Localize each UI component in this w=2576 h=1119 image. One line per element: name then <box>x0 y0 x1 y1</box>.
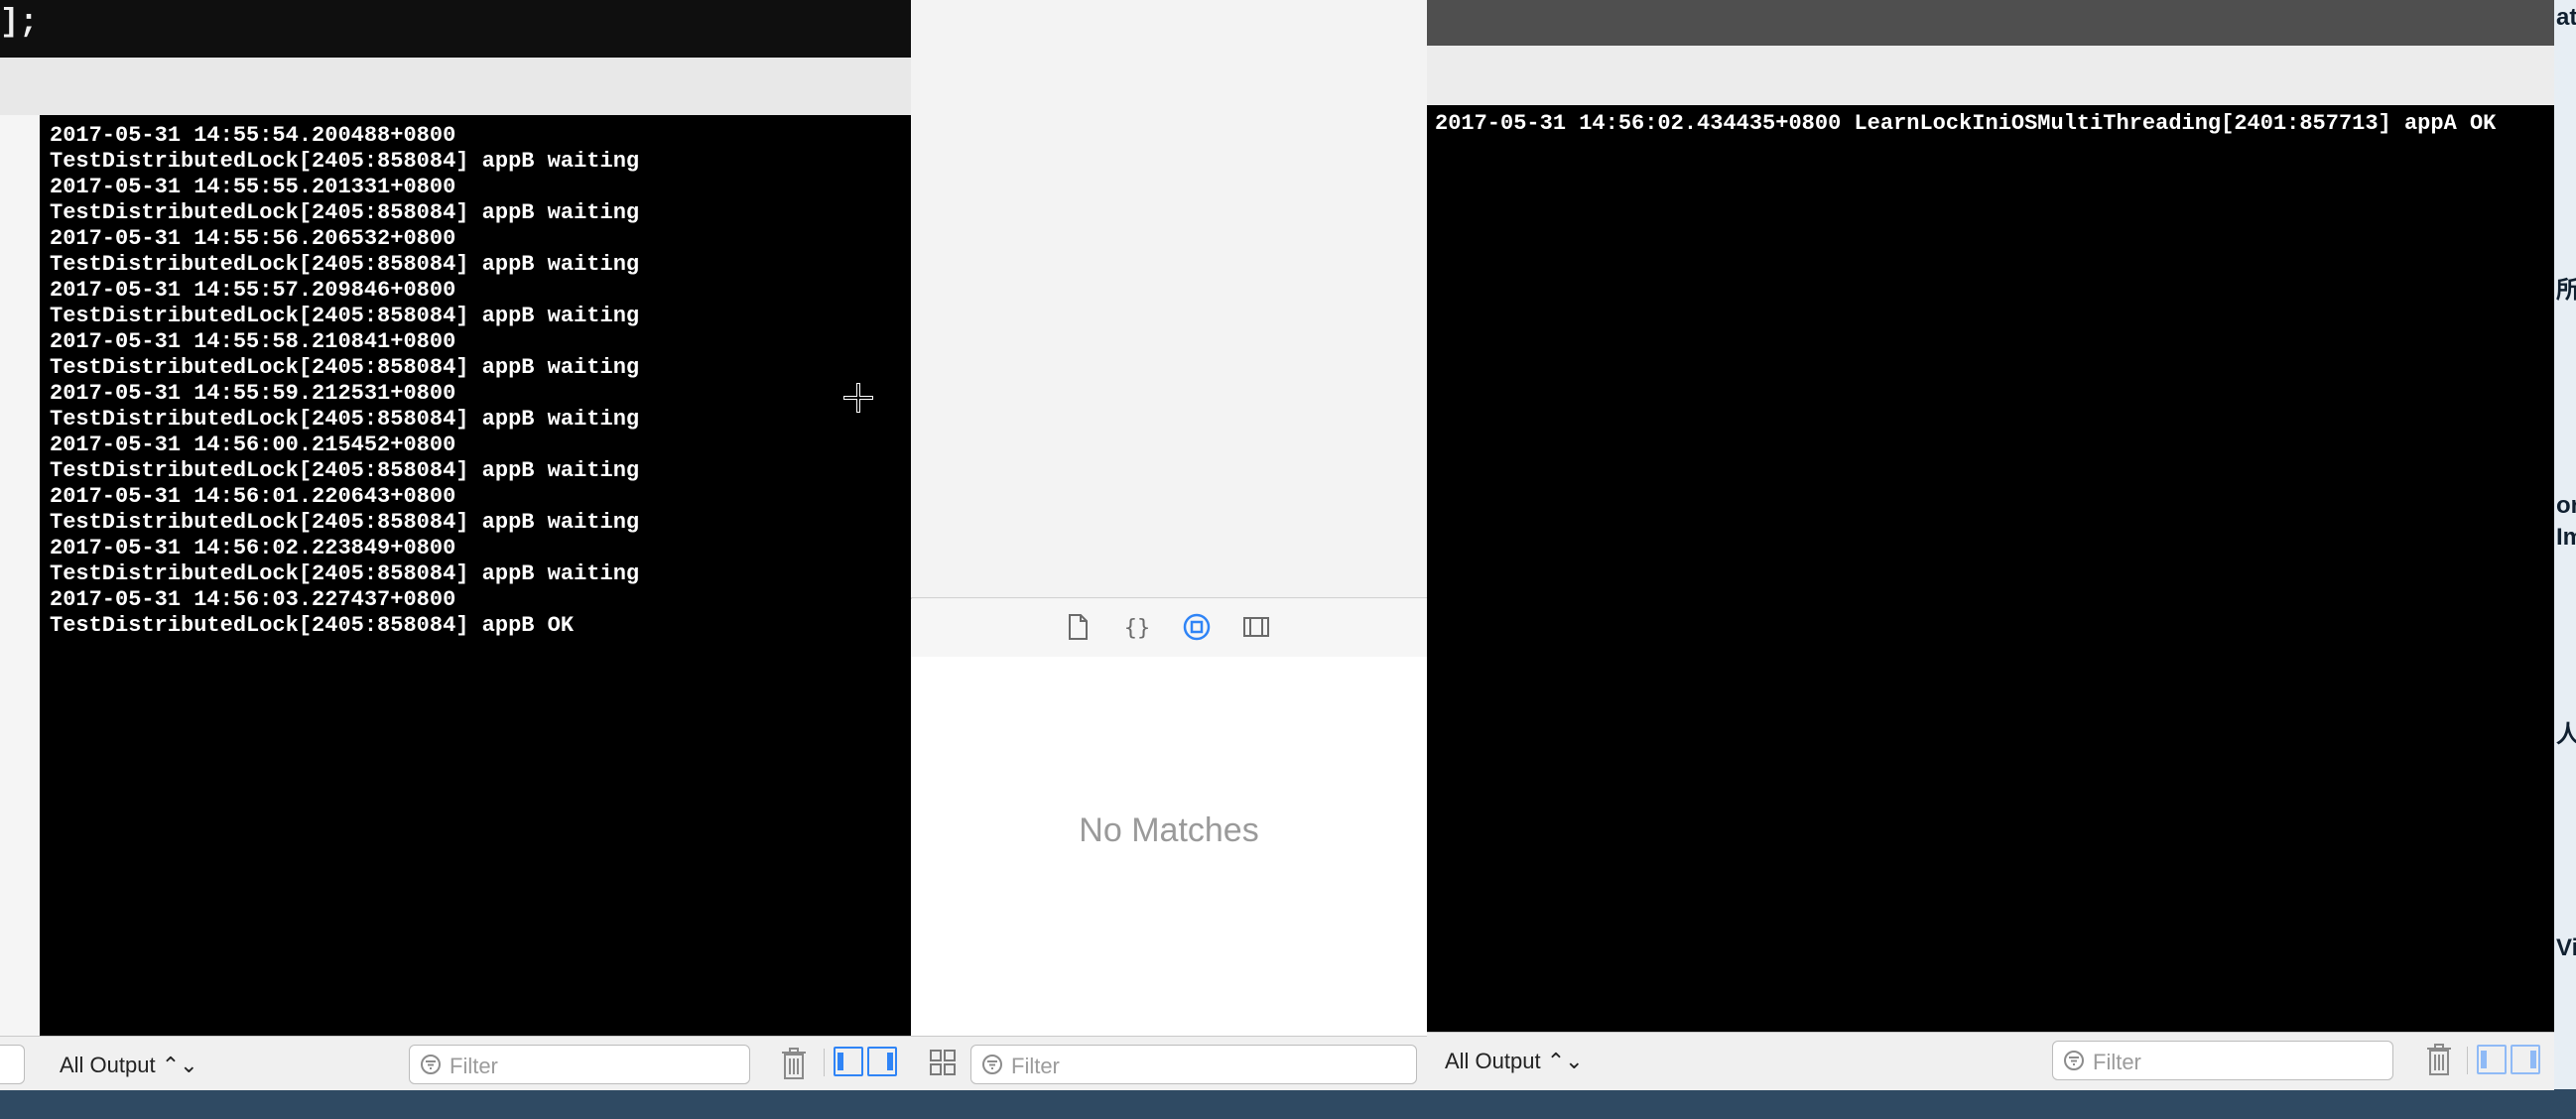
edge-text: or <box>2556 492 2576 519</box>
toolbar-divider <box>2467 1047 2468 1074</box>
filter-icon <box>421 1055 441 1074</box>
log-line: 2017-05-31 14:56:02.223849+0800 <box>50 536 456 560</box>
log-line: TestDistributedLock[2405:858084] appB wa… <box>50 561 640 586</box>
left-panel-icon <box>837 1053 843 1070</box>
log-line: TestDistributedLock[2405:858084] appB wa… <box>50 407 640 432</box>
filter-icon <box>2064 1051 2084 1070</box>
library-filter-field[interactable]: Filter <box>970 1045 1417 1084</box>
debug-area-header-right <box>1427 46 2554 106</box>
log-line: 2017-05-31 14:56:00.215452+0800 <box>50 433 456 457</box>
output-selector[interactable]: All Output ⌃⌄ <box>1445 1049 1584 1074</box>
log-line: 2017-05-31 14:56:01.220643+0800 <box>50 484 456 509</box>
console-toolbar: All Output ⌃⌄ Filter <box>0 1036 911 1090</box>
filter-placeholder: Filter <box>1011 1054 1060 1078</box>
log-line: 2017-05-31 14:55:54.200488+0800 <box>50 123 456 148</box>
filter-placeholder: Filter <box>450 1054 498 1078</box>
no-matches-message: No Matches <box>1079 811 1259 849</box>
show-console-view-button[interactable] <box>867 1047 897 1076</box>
object-library-icon[interactable] <box>1183 613 1211 641</box>
library-toolbar: Filter <box>911 1036 1427 1090</box>
code-snippet-icon[interactable]: {} <box>1123 613 1151 641</box>
filter-placeholder: Filter <box>2093 1050 2141 1074</box>
edge-text: Vi <box>2556 934 2576 961</box>
edge-text: 所 <box>2556 277 2576 304</box>
filter-icon <box>982 1055 1002 1074</box>
inspector-area <box>911 0 1427 598</box>
edge-text: at <box>2556 4 2576 31</box>
log-line: 2017-05-31 14:56:02.434435+0800 LearnLoc… <box>1435 111 2497 136</box>
source-editor[interactable]: ]; <box>0 0 911 58</box>
media-library-icon[interactable] <box>1242 613 1270 641</box>
code-line: ]; <box>0 4 39 41</box>
editor-area-right <box>1427 0 2554 46</box>
output-selector[interactable]: All Output ⌃⌄ <box>60 1053 198 1078</box>
log-line: 2017-05-31 14:55:57.209846+0800 <box>50 278 456 303</box>
background-window-edge: at 所 or Im 人 Vi <box>2554 0 2576 1089</box>
debug-area-header <box>0 58 911 116</box>
log-line: TestDistributedLock[2405:858084] appB wa… <box>50 252 640 277</box>
toolbar-divider <box>824 1049 825 1076</box>
desktop-bottom-strip <box>0 1089 2576 1119</box>
show-variables-view-button[interactable] <box>2477 1045 2507 1074</box>
log-line: TestDistributedLock[2405:858084] appB wa… <box>50 510 640 535</box>
right-panel-icon <box>887 1053 893 1070</box>
log-line: TestDistributedLock[2405:858084] appB wa… <box>50 200 640 225</box>
right-panel-icon <box>2530 1051 2536 1068</box>
variables-filter-field[interactable] <box>0 1045 25 1084</box>
left-panel-icon <box>2481 1051 2487 1068</box>
console-filter-field[interactable]: Filter <box>409 1045 750 1084</box>
grid-view-icon[interactable] <box>929 1049 957 1076</box>
log-line: TestDistributedLock[2405:858084] appB wa… <box>50 355 640 380</box>
variables-view[interactable] <box>0 115 41 1036</box>
log-line: TestDistributedLock[2405:858084] appB OK <box>50 613 575 638</box>
log-line: TestDistributedLock[2405:858084] appB wa… <box>50 149 640 174</box>
console-output-right[interactable]: 2017-05-31 14:56:02.434435+0800 LearnLoc… <box>1427 105 2554 1032</box>
log-line: TestDistributedLock[2405:858084] appB wa… <box>50 458 640 483</box>
edge-text: 人 <box>2556 721 2576 748</box>
trash-icon[interactable] <box>2425 1043 2453 1076</box>
console-output[interactable]: 2017-05-31 14:55:54.200488+0800 TestDist… <box>40 115 911 1036</box>
show-variables-view-button[interactable] <box>834 1047 863 1076</box>
log-line: 2017-05-31 14:55:55.201331+0800 <box>50 175 456 199</box>
console-toolbar-right: All Output ⌃⌄ Filter <box>1427 1032 2554 1090</box>
console-filter-field[interactable]: Filter <box>2052 1041 2393 1080</box>
svg-text:{}: {} <box>1124 616 1151 641</box>
file-template-icon[interactable] <box>1064 613 1092 641</box>
log-line: TestDistributedLock[2405:858084] appB wa… <box>50 304 640 328</box>
log-line: 2017-05-31 14:55:59.212531+0800 <box>50 381 456 406</box>
show-console-view-button[interactable] <box>2511 1045 2540 1074</box>
library-tab-bar: {} <box>911 599 1427 658</box>
edge-text: Im <box>2556 524 2576 551</box>
log-line: 2017-05-31 14:55:58.210841+0800 <box>50 329 456 354</box>
log-line: 2017-05-31 14:55:56.206532+0800 <box>50 226 456 251</box>
trash-icon[interactable] <box>780 1047 808 1080</box>
log-line: 2017-05-31 14:56:03.227437+0800 <box>50 587 456 612</box>
crosshair-cursor-icon <box>843 383 873 413</box>
